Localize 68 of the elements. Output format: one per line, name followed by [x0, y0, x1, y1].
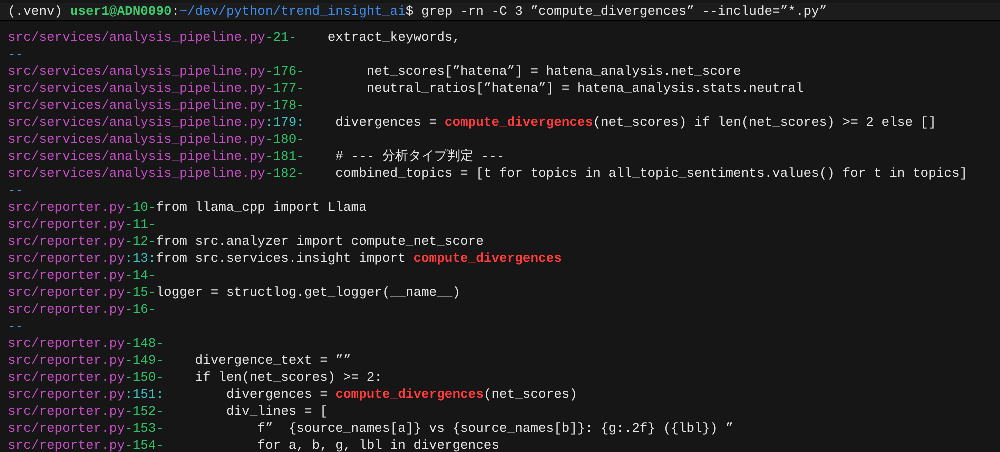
file-path: src/reporter.py — [8, 437, 126, 452]
code-line: neutral_ratios[”hatena”] = hatena_analysis.stats.neutral — [366, 80, 804, 97]
group-separator: -- — [8, 182, 24, 199]
file-path: src/reporter.py — [8, 335, 126, 352]
file-path: src/reporter.py — [8, 216, 126, 233]
file-path: src/reporter.py — [8, 369, 126, 386]
code-line: div_lines = [ — [225, 403, 328, 420]
line-number: -12- — [125, 233, 156, 250]
code-line: for a, b, g, lbl in divergences — [256, 437, 500, 452]
line-number: :179: — [265, 114, 304, 131]
line-number: -14- — [125, 267, 156, 284]
code-line: divergence_text = ”” — [194, 352, 352, 369]
line-number: :151: — [125, 386, 164, 403]
file-path: src/reporter.py — [8, 386, 126, 403]
line-number: -10- — [125, 199, 156, 216]
code-line: if len(net_scores) >= 2: — [194, 369, 382, 386]
command-text: $ grep -rn -C 3 ”compute_divergences” --include=”*.py” — [406, 3, 828, 20]
line-number: -152- — [125, 403, 164, 420]
file-path: src/reporter.py — [8, 233, 126, 250]
file-path: src/reporter.py — [8, 420, 126, 437]
code-line: logger = structlog.get_logger(__name__) — [156, 284, 460, 301]
line-number: -176- — [265, 63, 304, 80]
group-separator: -- — [8, 46, 24, 63]
line-number: :13: — [125, 250, 156, 267]
user-host: user1@ADN0090 — [70, 3, 172, 20]
line-number: -180- — [265, 131, 304, 148]
file-path: src/reporter.py — [8, 403, 126, 420]
file-path: src/services/analysis_pipeline.py — [8, 148, 266, 165]
file-path: src/reporter.py — [8, 199, 126, 216]
file-path: src/services/analysis_pipeline.py — [8, 80, 266, 97]
file-path: src/reporter.py — [8, 301, 126, 318]
code-line: from src.services.insight import compute_divergences — [156, 250, 562, 267]
file-path: src/reporter.py — [8, 267, 126, 284]
line-number: -178- — [265, 97, 304, 114]
venv-label: (.venv) — [8, 3, 63, 20]
line-number: -21- — [265, 29, 297, 46]
file-path: src/services/analysis_pipeline.py — [8, 165, 266, 182]
prompt-colon: : — [172, 3, 180, 20]
file-path: src/services/analysis_pipeline.py — [8, 131, 266, 148]
file-path: src/reporter.py — [8, 284, 126, 301]
file-path: src/services/analysis_pipeline.py — [8, 97, 266, 114]
working-directory: ~/dev/python/trend_insight_ai — [180, 3, 406, 20]
line-number: -154- — [125, 437, 164, 452]
code-line: net_scores[”hatena”] = hatena_analysis.net_score — [366, 63, 742, 80]
code-line: from llama_cpp import Llama — [156, 199, 367, 216]
line-number: -11- — [125, 216, 156, 233]
code-line: f” {source_names[a]} vs {source_names[b]}: {g:.2f} ({lbl}) ” — [256, 420, 734, 437]
line-number: -16- — [125, 301, 156, 318]
code-line: combined_topics = [t for topics in all_topic_sentiments.values() for t in topics] — [334, 165, 968, 182]
file-path: src/services/analysis_pipeline.py — [8, 114, 266, 131]
line-number: -177- — [265, 80, 304, 97]
code-line: from src.analyzer import compute_net_score — [156, 233, 484, 250]
code-line: divergences = compute_divergences(net_scores) — [225, 386, 578, 403]
line-number: -153- — [125, 420, 164, 437]
group-separator: -- — [8, 318, 24, 335]
line-number: -15- — [125, 284, 156, 301]
code-line: divergences = compute_divergences(net_scores) if len(net_scores) >= 2 else [] — [334, 114, 936, 131]
line-number: -181- — [265, 148, 304, 165]
code-line: # --- 分析タイプ判定 --- — [334, 148, 505, 165]
line-number: -149- — [125, 352, 164, 369]
file-path: src/services/analysis_pipeline.py — [8, 29, 266, 46]
file-path: src/reporter.py — [8, 352, 126, 369]
file-path: src/reporter.py — [8, 250, 126, 267]
line-number: -182- — [265, 165, 304, 182]
line-number: -148- — [125, 335, 164, 352]
line-number: -150- — [125, 369, 164, 386]
file-path: src/services/analysis_pipeline.py — [8, 63, 266, 80]
code-line: extract_keywords, — [326, 29, 460, 46]
